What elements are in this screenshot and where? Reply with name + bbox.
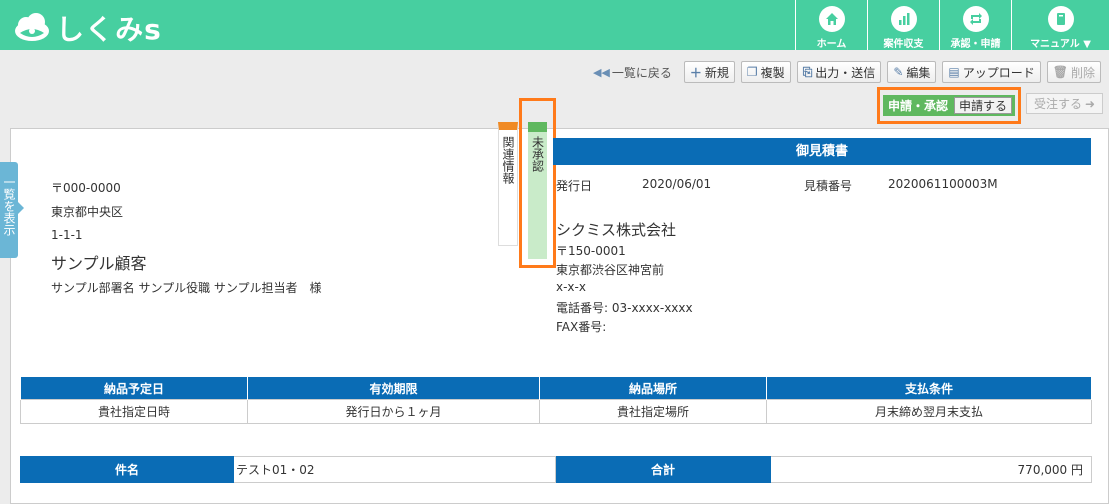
edit-label: 編集 bbox=[906, 65, 931, 80]
bar-chart-icon bbox=[890, 6, 917, 32]
issue-date: 2020/06/01 bbox=[642, 177, 712, 191]
trash-icon: 🗑 bbox=[1052, 65, 1068, 79]
plus-icon: ＋ bbox=[689, 65, 702, 80]
logo[interactable]: しくみs bbox=[12, 8, 162, 48]
status-highlight: 未承認 bbox=[519, 98, 556, 268]
terms-header: 支払条件 bbox=[766, 376, 1092, 400]
show-list-label: 一覧を表示 bbox=[2, 176, 16, 236]
upload-button[interactable]: ▤ アップロード bbox=[942, 61, 1041, 83]
customer-street: 1-1-1 bbox=[51, 228, 83, 242]
accept-order-button[interactable]: 受注する ➜ bbox=[1026, 93, 1103, 114]
delete-label: 削除 bbox=[1070, 65, 1095, 80]
nav-approval[interactable]: 承認・申請 bbox=[939, 0, 1011, 50]
upload-label: アップロード bbox=[962, 65, 1035, 80]
new-button[interactable]: ＋新規 bbox=[683, 61, 735, 83]
terms-header: 納品予定日 bbox=[20, 376, 248, 400]
terms-value-row: 貴社指定日時 発行日から１ヶ月 貴社指定場所 月末締め翌月末支払 bbox=[20, 399, 1092, 424]
issue-date-label: 発行日 bbox=[556, 179, 593, 193]
app-header: しくみs ホーム 案件収支 承認・申請 マニュアル ▼ bbox=[0, 0, 1109, 50]
summary-table: 件名 テスト01・02 合計 770,000 円 bbox=[20, 456, 1092, 483]
action-toolbar: ◀◀ 一覧に戻る ＋新規 ❐ 複製 ⎘ 出力・送信 ✎ 編集 ▤ アップロード 🗑 削除 bbox=[593, 61, 1101, 83]
related-info-tab[interactable]: 関連情報 bbox=[498, 122, 518, 246]
output-send-button[interactable]: ⎘ 出力・送信 bbox=[796, 61, 882, 83]
related-info-label: 関連情報 bbox=[501, 136, 515, 184]
approval-group: 申請・承認 申請する bbox=[883, 95, 1016, 116]
customer-contact: サンプル部署名 サンプル役職 サンプル担当者 様 bbox=[51, 281, 322, 295]
nav-project-balance-label: 案件収支 bbox=[883, 39, 924, 50]
copy-label: 複製 bbox=[760, 65, 785, 80]
accept-order-label: 受注する bbox=[1033, 97, 1082, 111]
subject-label: 件名 bbox=[20, 456, 234, 483]
customer-postal: 〒000-0000 bbox=[51, 181, 121, 195]
company-postal: 〒150-0001 bbox=[556, 244, 626, 258]
repeat-icon bbox=[962, 6, 989, 32]
terms-cell: 発行日から１ヶ月 bbox=[247, 399, 540, 424]
summary-row: 件名 テスト01・02 合計 770,000 円 bbox=[20, 456, 1092, 483]
copy-button[interactable]: ❐ 複製 bbox=[740, 61, 791, 83]
company-fax: FAX番号: bbox=[556, 320, 607, 334]
double-left-arrow-icon: ◀◀ bbox=[592, 65, 610, 79]
customer-name: サンプル顧客 bbox=[51, 254, 147, 273]
quote-number: 2020061100003M bbox=[888, 177, 998, 191]
quote-number-label: 見積番号 bbox=[804, 179, 853, 193]
approval-label: 申請・承認 bbox=[888, 99, 949, 113]
document-title: 御見積書 bbox=[553, 138, 1091, 165]
subject-value: テスト01・02 bbox=[233, 456, 556, 483]
logo-text: しくみs bbox=[56, 13, 162, 46]
total-value: 770,000 円 bbox=[770, 456, 1092, 483]
apply-button[interactable]: 申請する bbox=[954, 97, 1013, 114]
book-icon bbox=[1047, 6, 1074, 32]
company-street: x-x-x bbox=[556, 280, 586, 294]
terms-header-row: 納品予定日 有効期限 納品場所 支払条件 bbox=[20, 376, 1092, 400]
cloud-logo-icon bbox=[15, 13, 49, 41]
terms-header: 納品場所 bbox=[539, 376, 767, 400]
terms-cell: 貴社指定場所 bbox=[539, 399, 767, 424]
terms-cell: 貴社指定日時 bbox=[20, 399, 248, 424]
company-phone: 電話番号: 03-xxxx-xxxx bbox=[556, 301, 693, 315]
home-icon bbox=[818, 6, 845, 32]
nav-manual[interactable]: マニュアル ▼ bbox=[1011, 0, 1109, 50]
unapproved-label: 未承認 bbox=[530, 136, 545, 172]
copy-icon: ❐ bbox=[746, 65, 758, 79]
terms-header: 有効期限 bbox=[247, 376, 540, 400]
company-name: シクミス株式会社 bbox=[556, 221, 677, 239]
nav-home[interactable]: ホーム bbox=[795, 0, 867, 50]
new-label: 新規 bbox=[704, 65, 729, 80]
company-address: 東京都渋谷区神宮前 bbox=[556, 263, 665, 277]
export-icon: ⎘ bbox=[802, 64, 813, 79]
pencil-icon: ✎ bbox=[893, 65, 904, 79]
nav-manual-label: マニュアル ▼ bbox=[1030, 39, 1091, 50]
terms-cell: 月末締め翌月末支払 bbox=[766, 399, 1092, 424]
nav-home-label: ホーム bbox=[816, 39, 847, 50]
nav-approval-label: 承認・申請 bbox=[950, 39, 1001, 50]
unapproved-status-badge: 未承認 bbox=[528, 122, 547, 259]
show-list-tab[interactable]: 一覧を表示 bbox=[0, 162, 24, 258]
back-to-list-label: 一覧に戻る bbox=[611, 65, 672, 80]
terms-table: 納品予定日 有効期限 納品場所 支払条件 貴社指定日時 発行日から１ヶ月 貴社指… bbox=[20, 376, 1092, 424]
back-to-list-link[interactable]: ◀◀ 一覧に戻る bbox=[593, 64, 672, 81]
nav-project-balance[interactable]: 案件収支 bbox=[867, 0, 939, 50]
file-icon: ▤ bbox=[948, 65, 960, 79]
right-arrow-icon: ➜ bbox=[1084, 96, 1096, 111]
edit-button[interactable]: ✎ 編集 bbox=[887, 61, 937, 83]
main-nav: ホーム 案件収支 承認・申請 マニュアル ▼ bbox=[795, 0, 1109, 50]
delete-button[interactable]: 🗑 削除 bbox=[1046, 61, 1101, 83]
output-send-label: 出力・送信 bbox=[815, 65, 876, 80]
customer-city: 東京都中央区 bbox=[51, 205, 124, 219]
approval-highlight: 申請・承認 申請する bbox=[877, 87, 1021, 124]
total-label: 合計 bbox=[555, 456, 771, 483]
